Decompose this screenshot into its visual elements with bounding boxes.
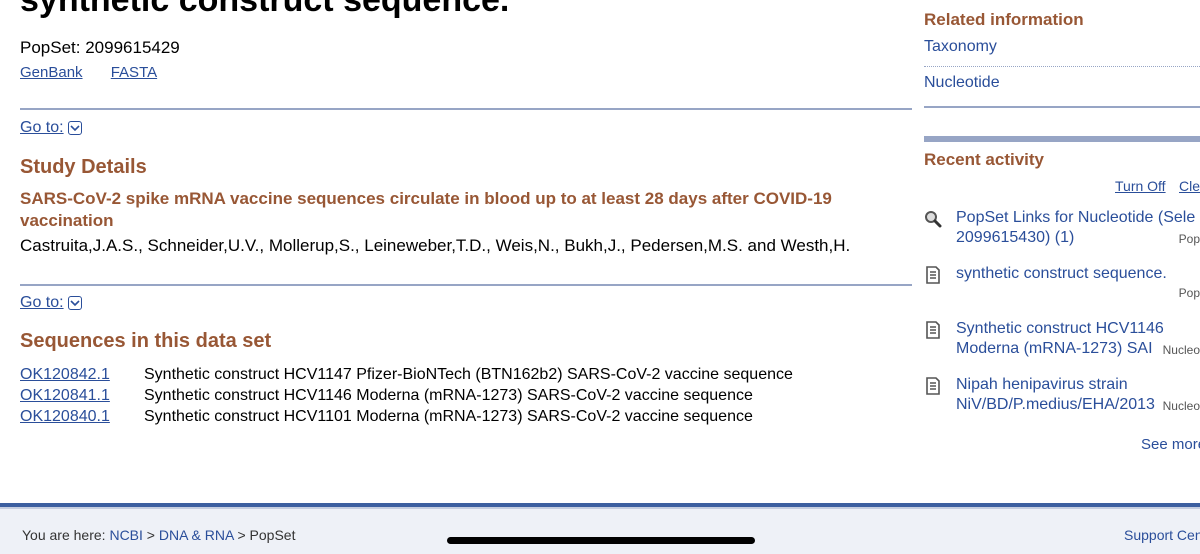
accession-link[interactable]: OK120842.1: [20, 366, 144, 384]
breadcrumb: You are here: NCBI > DNA & RNA > PopSet: [22, 527, 295, 543]
recent-activity-item[interactable]: Nipah henipavirus strain NiV/BD/P.medius…: [924, 375, 1200, 419]
breadcrumb-separator: >: [146, 527, 155, 543]
database-label: Pop: [1178, 232, 1200, 246]
related-information-heading: Related information: [924, 10, 1084, 29]
recent-activity-text[interactable]: synthetic construct sequence.: [956, 264, 1200, 284]
nucleotide-link[interactable]: Nucleotide: [924, 74, 1000, 92]
recent-activity-text[interactable]: PopSet Links for Nucleotide (Sele 209961…: [956, 208, 1200, 248]
breadcrumb-separator: >: [237, 527, 246, 543]
database-label: Nucleo: [1162, 343, 1200, 357]
sequence-description: Synthetic construct HCV1147 Pfizer-BioNT…: [144, 365, 793, 383]
document-icon: [924, 321, 942, 339]
section-bar: [924, 136, 1200, 142]
goto-nav[interactable]: Go to:: [20, 119, 82, 137]
study-title: SARS-CoV-2 spike mRNA vaccine sequences …: [20, 189, 832, 230]
format-links: GenBank FASTA: [20, 64, 181, 81]
home-indicator[interactable]: [447, 537, 755, 544]
list-item: OK120842.1 Synthetic construct HCV1147 P…: [20, 364, 793, 385]
accession-link[interactable]: OK120841.1: [20, 387, 144, 405]
breadcrumb-ncbi[interactable]: NCBI: [109, 527, 142, 543]
divider: [924, 106, 1200, 108]
see-more-link[interactable]: See more: [1141, 436, 1200, 453]
sequence-list: OK120842.1 Synthetic construct HCV1147 P…: [20, 364, 793, 427]
sequence-description: Synthetic construct HCV1101 Moderna (mRN…: [144, 407, 753, 425]
recent-activity-line: Synthetic construct HCV1146: [956, 320, 1164, 337]
page-title: synthetic construct sequence.: [20, 0, 510, 19]
sequence-description: Synthetic construct HCV1146 Moderna (mRN…: [144, 386, 753, 404]
recent-activity-line: 2099615430) (1): [956, 229, 1075, 246]
study-details-heading: Study Details: [20, 156, 147, 178]
recent-activity-heading: Recent activity: [924, 150, 1044, 169]
document-icon: [924, 266, 942, 284]
genbank-link[interactable]: GenBank: [20, 64, 83, 81]
search-icon: [924, 210, 942, 228]
goto-label[interactable]: Go to:: [20, 119, 64, 137]
clear-link[interactable]: Cle: [1179, 178, 1200, 194]
recent-activity-line: PopSet Links for Nucleotide (Sele: [956, 209, 1196, 226]
breadcrumb-prefix: You are here:: [22, 527, 106, 543]
divider: [20, 284, 912, 286]
fasta-link[interactable]: FASTA: [111, 64, 157, 81]
authors: Castruita,J.A.S., Schneider,U.V., Moller…: [20, 236, 851, 255]
breadcrumb-popset: PopSet: [249, 527, 296, 543]
goto-nav[interactable]: Go to:: [20, 294, 82, 312]
support-center-link[interactable]: Support Cen: [1124, 527, 1200, 543]
database-label: Pop: [1178, 286, 1200, 300]
recent-activity-line: synthetic construct sequence.: [956, 265, 1167, 282]
accession-link[interactable]: OK120840.1: [20, 408, 144, 426]
recent-activity-item[interactable]: PopSet Links for Nucleotide (Sele 209961…: [924, 208, 1200, 252]
goto-label[interactable]: Go to:: [20, 294, 64, 312]
chevron-down-icon[interactable]: [67, 296, 82, 310]
recent-activity-line: Nipah henipavirus strain: [956, 376, 1128, 393]
list-item: OK120840.1 Synthetic construct HCV1101 M…: [20, 406, 793, 427]
turn-off-link[interactable]: Turn Off: [1115, 178, 1166, 194]
list-item: OK120841.1 Synthetic construct HCV1146 M…: [20, 385, 793, 406]
divider: [20, 108, 912, 110]
taxonomy-link[interactable]: Taxonomy: [924, 38, 997, 56]
database-label: Nucleo: [1162, 399, 1200, 413]
recent-activity-item[interactable]: Synthetic construct HCV1146 Moderna (mRN…: [924, 319, 1200, 363]
document-icon: [924, 377, 942, 395]
sequences-heading: Sequences in this data set: [20, 330, 272, 352]
footer: You are here: NCBI > DNA & RNA > PopSet …: [0, 509, 1200, 554]
breadcrumb-dna-rna[interactable]: DNA & RNA: [159, 527, 234, 543]
recent-activity-item[interactable]: synthetic construct sequence. Pop: [924, 264, 1200, 308]
popset-id: PopSet: 2099615429: [20, 38, 180, 57]
divider: [924, 66, 1200, 67]
chevron-down-icon[interactable]: [67, 121, 82, 135]
